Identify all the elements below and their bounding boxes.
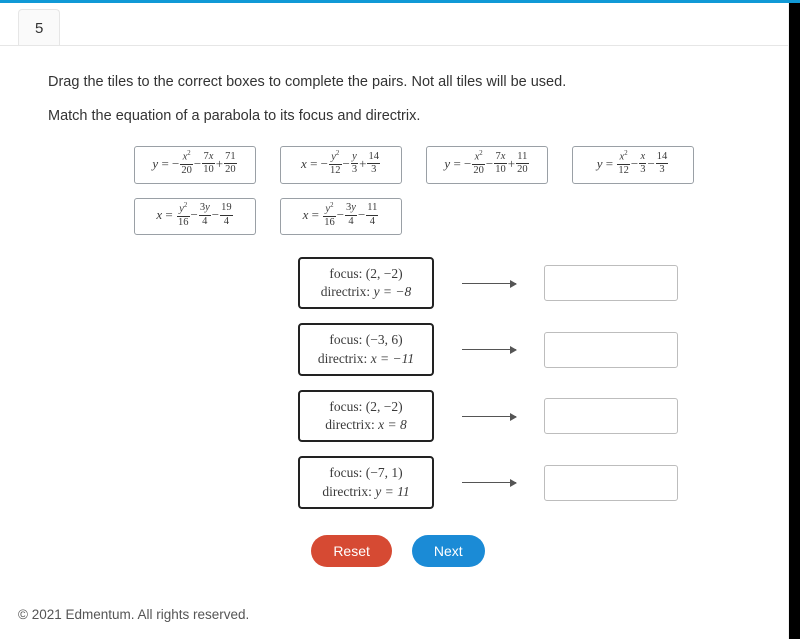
tile-y-neg-x2-20-7x-10-11-20[interactable]: y = − x220 − 7x10 + 1120 (426, 146, 548, 184)
tile-y-neg-x2-20-7x-10-71-20[interactable]: y = − x220 − 7x10 + 7120 (134, 146, 256, 184)
tile-x-neg-y2-12-y-3-14-3[interactable]: x = − y212 − y3 + 143 (280, 146, 402, 184)
arrow-icon (462, 283, 516, 284)
reset-button[interactable]: Reset (311, 535, 392, 567)
tile-y-x2-12-x-3-14-3[interactable]: y = x212 − x3 − 143 (572, 146, 694, 184)
pair-description: focus: (−7, 1) directrix: y = 11 (298, 456, 434, 508)
window-edge (789, 3, 800, 639)
drop-target[interactable] (544, 398, 678, 434)
tile-x-y2-16-3y-4-19-4[interactable]: x = y216 − 3y4 − 194 (134, 198, 256, 236)
instruction-text: Drag the tiles to the correct boxes to c… (48, 74, 748, 90)
copyright-footer: © 2021 Edmentum. All rights reserved. (18, 607, 249, 622)
arrow-icon (462, 416, 516, 417)
equation: x = y216 − 3y4 − 194 (156, 203, 233, 229)
equation: x = y216 − 3y4 − 114 (303, 203, 380, 229)
arrow-icon (462, 482, 516, 483)
drop-target[interactable] (544, 332, 678, 368)
equation: y = x212 − x3 − 143 (597, 151, 670, 177)
arrow-icon (462, 349, 516, 350)
pair-description: focus: (2, −2) directrix: x = 8 (298, 390, 434, 442)
pair-description: focus: (−3, 6) directrix: x = −11 (298, 323, 434, 375)
tile-x-y2-16-3y-4-11-4[interactable]: x = y216 − 3y4 − 114 (280, 198, 402, 236)
drop-target[interactable] (544, 465, 678, 501)
pair-description: focus: (2, −2) directrix: y = −8 (298, 257, 434, 309)
equation: y = − x220 − 7x10 + 7120 (152, 151, 237, 177)
subinstruction-text: Match the equation of a parabola to its … (48, 108, 748, 124)
next-button[interactable]: Next (412, 535, 485, 567)
equation: x = − y212 − y3 + 143 (301, 151, 381, 177)
question-tab[interactable]: 5 (18, 9, 60, 49)
drop-target[interactable] (544, 265, 678, 301)
equation: y = − x220 − 7x10 + 1120 (444, 151, 529, 177)
question-panel: Drag the tiles to the correct boxes to c… (0, 45, 788, 588)
